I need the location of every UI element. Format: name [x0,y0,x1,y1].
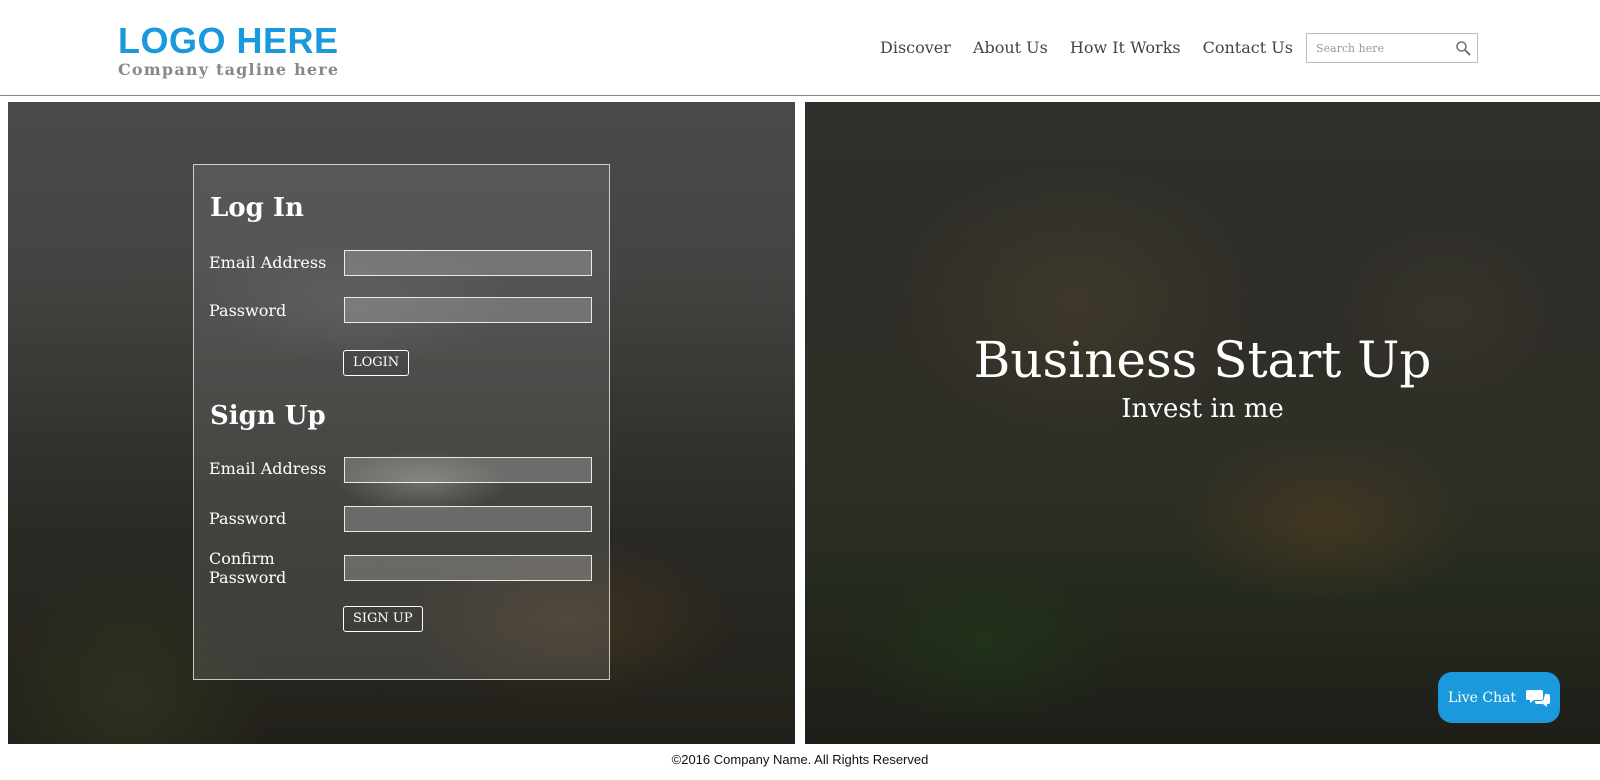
copyright-text: ©2016 Company Name. All Rights Reserved [671,752,929,767]
signup-title: Sign Up [210,401,326,431]
login-title: Log In [210,193,304,223]
nav-discover[interactable]: Discover [880,38,951,57]
nav-contact-us[interactable]: Contact Us [1203,38,1293,57]
company-tagline: Company tagline here [118,60,340,79]
login-password-label: Password [209,301,287,320]
signup-password-label: Password [209,509,287,528]
signup-confirm-password-label: Confirm Password [209,549,287,587]
nav-how-it-works[interactable]: How It Works [1070,38,1181,57]
chat-bubbles-icon [1526,689,1551,707]
hero-title: Business Start Up [973,331,1432,389]
auth-form-box: Log In Email Address Password LOGIN Sign… [193,164,610,680]
search-input[interactable] [1307,34,1447,62]
login-password-input[interactable] [344,297,592,323]
signup-password-input[interactable] [344,506,592,532]
hero-text: Business Start Up Invest in me [805,332,1600,426]
auth-panel: Log In Email Address Password LOGIN Sign… [8,102,795,744]
search-box [1306,33,1478,63]
signup-email-label: Email Address [209,459,327,478]
login-button[interactable]: LOGIN [343,350,410,376]
search-icon[interactable] [1455,40,1471,56]
site-footer: ©2016 Company Name. All Rights Reserved [0,752,1600,767]
live-chat-button[interactable]: Live Chat [1438,672,1560,723]
hero-subtitle: Invest in me [1121,394,1284,424]
logo[interactable]: LOGO HERE Company tagline here [118,22,339,79]
main-nav: Discover About Us How It Works Contact U… [880,38,1293,57]
signup-button[interactable]: SIGN UP [343,606,423,632]
live-chat-label: Live Chat [1447,689,1517,706]
login-email-input[interactable] [344,250,592,276]
signup-confirm-password-input[interactable] [344,555,592,581]
nav-about-us[interactable]: About Us [973,38,1048,57]
hero-panel: Business Start Up Invest in me [805,102,1600,744]
signup-email-input[interactable] [344,457,592,483]
logo-text: LOGO HERE [118,20,339,61]
site-header: LOGO HERE Company tagline here Discover … [0,0,1600,96]
login-email-label: Email Address [209,253,327,272]
